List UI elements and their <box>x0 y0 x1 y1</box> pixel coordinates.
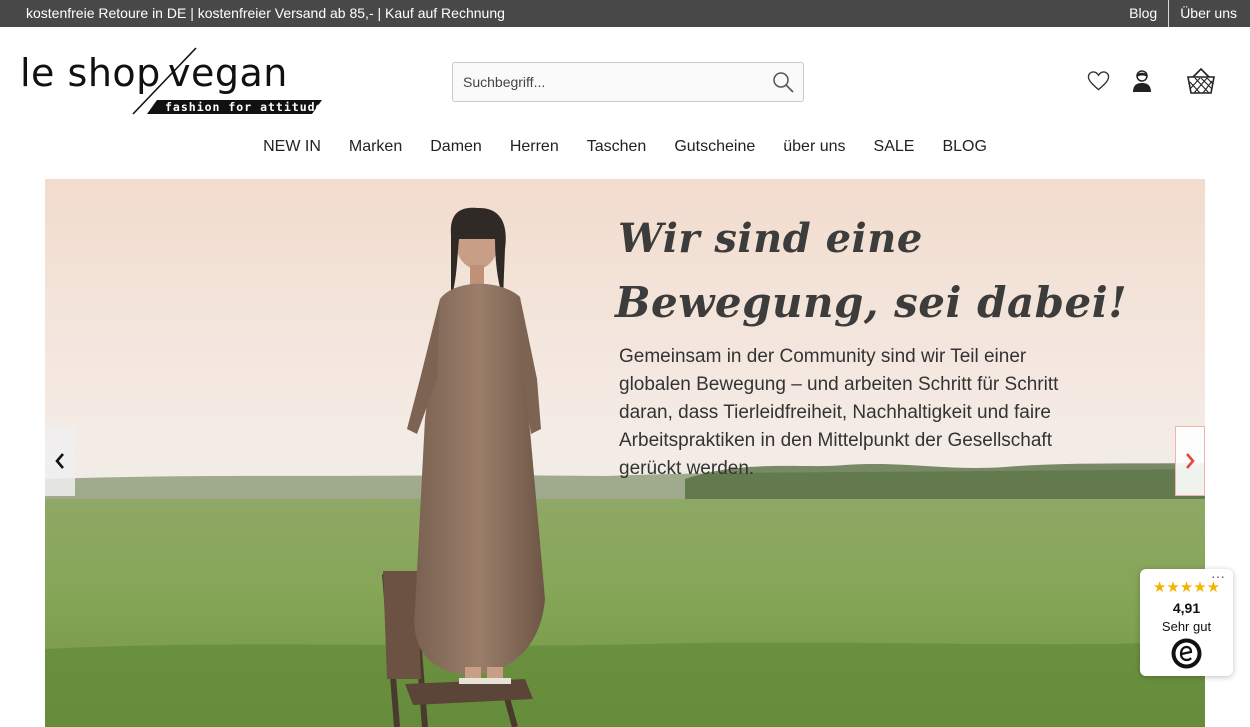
nav-item-marken[interactable]: Marken <box>349 135 402 161</box>
svg-text:le shop: le shop <box>20 51 161 95</box>
logo-graphic: le shop vegan fashion for attitude <box>20 47 323 115</box>
nav-item-taschen[interactable]: Taschen <box>587 135 647 161</box>
hero-banner[interactable]: Wir sind eine Bewegung, sei dabei! Gemei… <box>45 179 1205 727</box>
site-logo[interactable]: le shop vegan fashion for attitude <box>20 46 324 116</box>
nav-item-sale[interactable]: SALE <box>874 135 915 161</box>
search-input[interactable] <box>453 63 763 101</box>
trusted-shops-seal-icon <box>1171 638 1202 669</box>
chevron-right-icon <box>1186 453 1195 469</box>
hero-headline-second: Bewegung, sei dabei! <box>615 278 1128 327</box>
rating-score: 4,91 <box>1172 600 1201 616</box>
search-icon[interactable] <box>771 70 795 94</box>
blog-link[interactable]: Blog <box>1118 0 1168 27</box>
chevron-left-icon <box>55 453 64 469</box>
basket-icon[interactable] <box>1186 67 1216 94</box>
rating-stars: ★★★★★ <box>1152 579 1221 596</box>
about-link[interactable]: Über uns <box>1169 0 1250 27</box>
nav-item-damen[interactable]: Damen <box>430 135 482 161</box>
promo-text: kostenfreie Retoure in DE | kostenfreier… <box>26 5 505 21</box>
slider-next-button[interactable] <box>1175 426 1205 496</box>
search-bar <box>452 62 804 102</box>
svg-text:fashion for attitude: fashion for attitude <box>165 100 323 114</box>
nav-item-ueber-uns[interactable]: über uns <box>783 135 845 161</box>
top-info-bar: kostenfreie Retoure in DE | kostenfreier… <box>0 0 1250 27</box>
top-links: Blog Über uns <box>1118 0 1250 27</box>
hero-text: Gemeinsam in der Community sind wir Teil… <box>619 346 1059 479</box>
trust-badge[interactable]: ··· ★★★★★ 4,91 Sehr gut <box>1140 569 1233 676</box>
slider-prev-button[interactable] <box>45 426 75 496</box>
hero-headline: Wir sind eine <box>618 215 923 262</box>
nav-item-herren[interactable]: Herren <box>510 135 559 161</box>
heart-icon[interactable] <box>1087 70 1110 92</box>
nav-item-gutscheine[interactable]: Gutscheine <box>674 135 755 161</box>
main-navigation: NEW IN Marken Damen Herren Taschen Gutsc… <box>0 135 1250 161</box>
nav-item-blog[interactable]: BLOG <box>942 135 986 161</box>
nav-item-new-in[interactable]: NEW IN <box>263 135 321 161</box>
account-icon[interactable] <box>1131 69 1153 93</box>
rating-label: Sehr gut <box>1161 619 1212 634</box>
